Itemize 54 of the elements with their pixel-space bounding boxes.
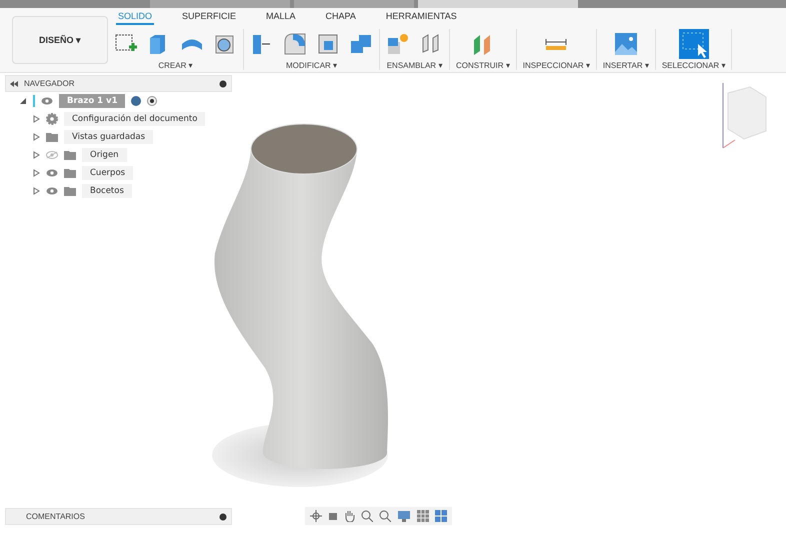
- expand-triangle-icon[interactable]: [33, 187, 40, 195]
- expand-triangle-icon[interactable]: [33, 115, 40, 123]
- view-cube-drawing[interactable]: [722, 82, 766, 148]
- combine-icon[interactable]: [349, 32, 373, 56]
- eye-icon[interactable]: [46, 187, 58, 195]
- zoom-icon[interactable]: [361, 510, 373, 522]
- collapse-triangle-icon[interactable]: [20, 97, 27, 105]
- tree-item[interactable]: Cuerpos: [82, 166, 134, 180]
- gear-icon: [46, 113, 58, 125]
- tool-group-menu[interactable]: ENSAMBLAR ▾: [386, 59, 442, 70]
- ribbon-tab[interactable]: CHAPA: [324, 11, 358, 25]
- tool-group-menu[interactable]: INSPECCIONAR ▾: [522, 59, 590, 70]
- expand-triangle-icon[interactable]: [33, 169, 40, 177]
- tree-item[interactable]: Bocetos: [82, 184, 132, 198]
- tree-item[interactable]: Configuración del documento: [64, 112, 206, 126]
- image-icon[interactable]: [614, 32, 638, 56]
- folder-icon: [64, 150, 76, 160]
- radio-icon[interactable]: [147, 96, 158, 106]
- pin-icon[interactable]: [219, 80, 227, 88]
- ribbon-tab[interactable]: MALLA: [264, 11, 298, 25]
- tool-group-menu[interactable]: INSERTAR ▾: [602, 59, 649, 70]
- selection-icon[interactable]: [678, 29, 709, 59]
- tree-item[interactable]: Vistas guardadas: [64, 130, 154, 144]
- expand-triangle-icon[interactable]: [33, 133, 40, 141]
- ribbon-tab[interactable]: SUPERFICIE: [180, 11, 238, 25]
- folder-icon: [46, 132, 58, 142]
- pin-icon[interactable]: [219, 512, 227, 520]
- collapse-panel-icon[interactable]: [10, 80, 18, 86]
- tool-group-menu[interactable]: MODIFICAR ▾: [286, 59, 338, 70]
- joint-icon[interactable]: [386, 32, 410, 56]
- panel-title: NAVEGADOR: [24, 79, 76, 88]
- tool-group-menu[interactable]: CREAR ▾: [158, 59, 193, 70]
- eye-icon[interactable]: [41, 97, 53, 105]
- orbit-icon[interactable]: [310, 510, 322, 522]
- folder-icon: [64, 168, 76, 178]
- badge-icon: [131, 96, 142, 106]
- fillet-icon[interactable]: [283, 32, 307, 56]
- eye-icon[interactable]: [46, 169, 58, 177]
- folder-icon: [64, 186, 76, 196]
- ribbon-tab[interactable]: HERRAMIENTAS: [384, 11, 459, 25]
- look-at-icon[interactable]: [328, 511, 338, 521]
- shell-icon[interactable]: [316, 32, 340, 56]
- tool-group-menu[interactable]: SELECCIONAR ▾: [662, 59, 726, 70]
- panel-title: COMENTARIOS: [25, 512, 86, 521]
- zoom-window-icon[interactable]: [379, 510, 391, 522]
- display-icon[interactable]: [397, 510, 411, 522]
- twisted-tube-model-drawing[interactable]: [212, 124, 388, 487]
- design-workspace-button[interactable]: DISEÑO ▾: [12, 16, 108, 64]
- grid-icon[interactable]: [417, 510, 429, 522]
- pan-hand-icon[interactable]: [344, 510, 355, 522]
- viewports-icon[interactable]: [435, 510, 447, 522]
- expand-triangle-icon[interactable]: [33, 151, 40, 159]
- tool-group-menu[interactable]: CONSTRUIR ▾: [456, 59, 510, 70]
- tree-item[interactable]: Origen: [82, 148, 127, 162]
